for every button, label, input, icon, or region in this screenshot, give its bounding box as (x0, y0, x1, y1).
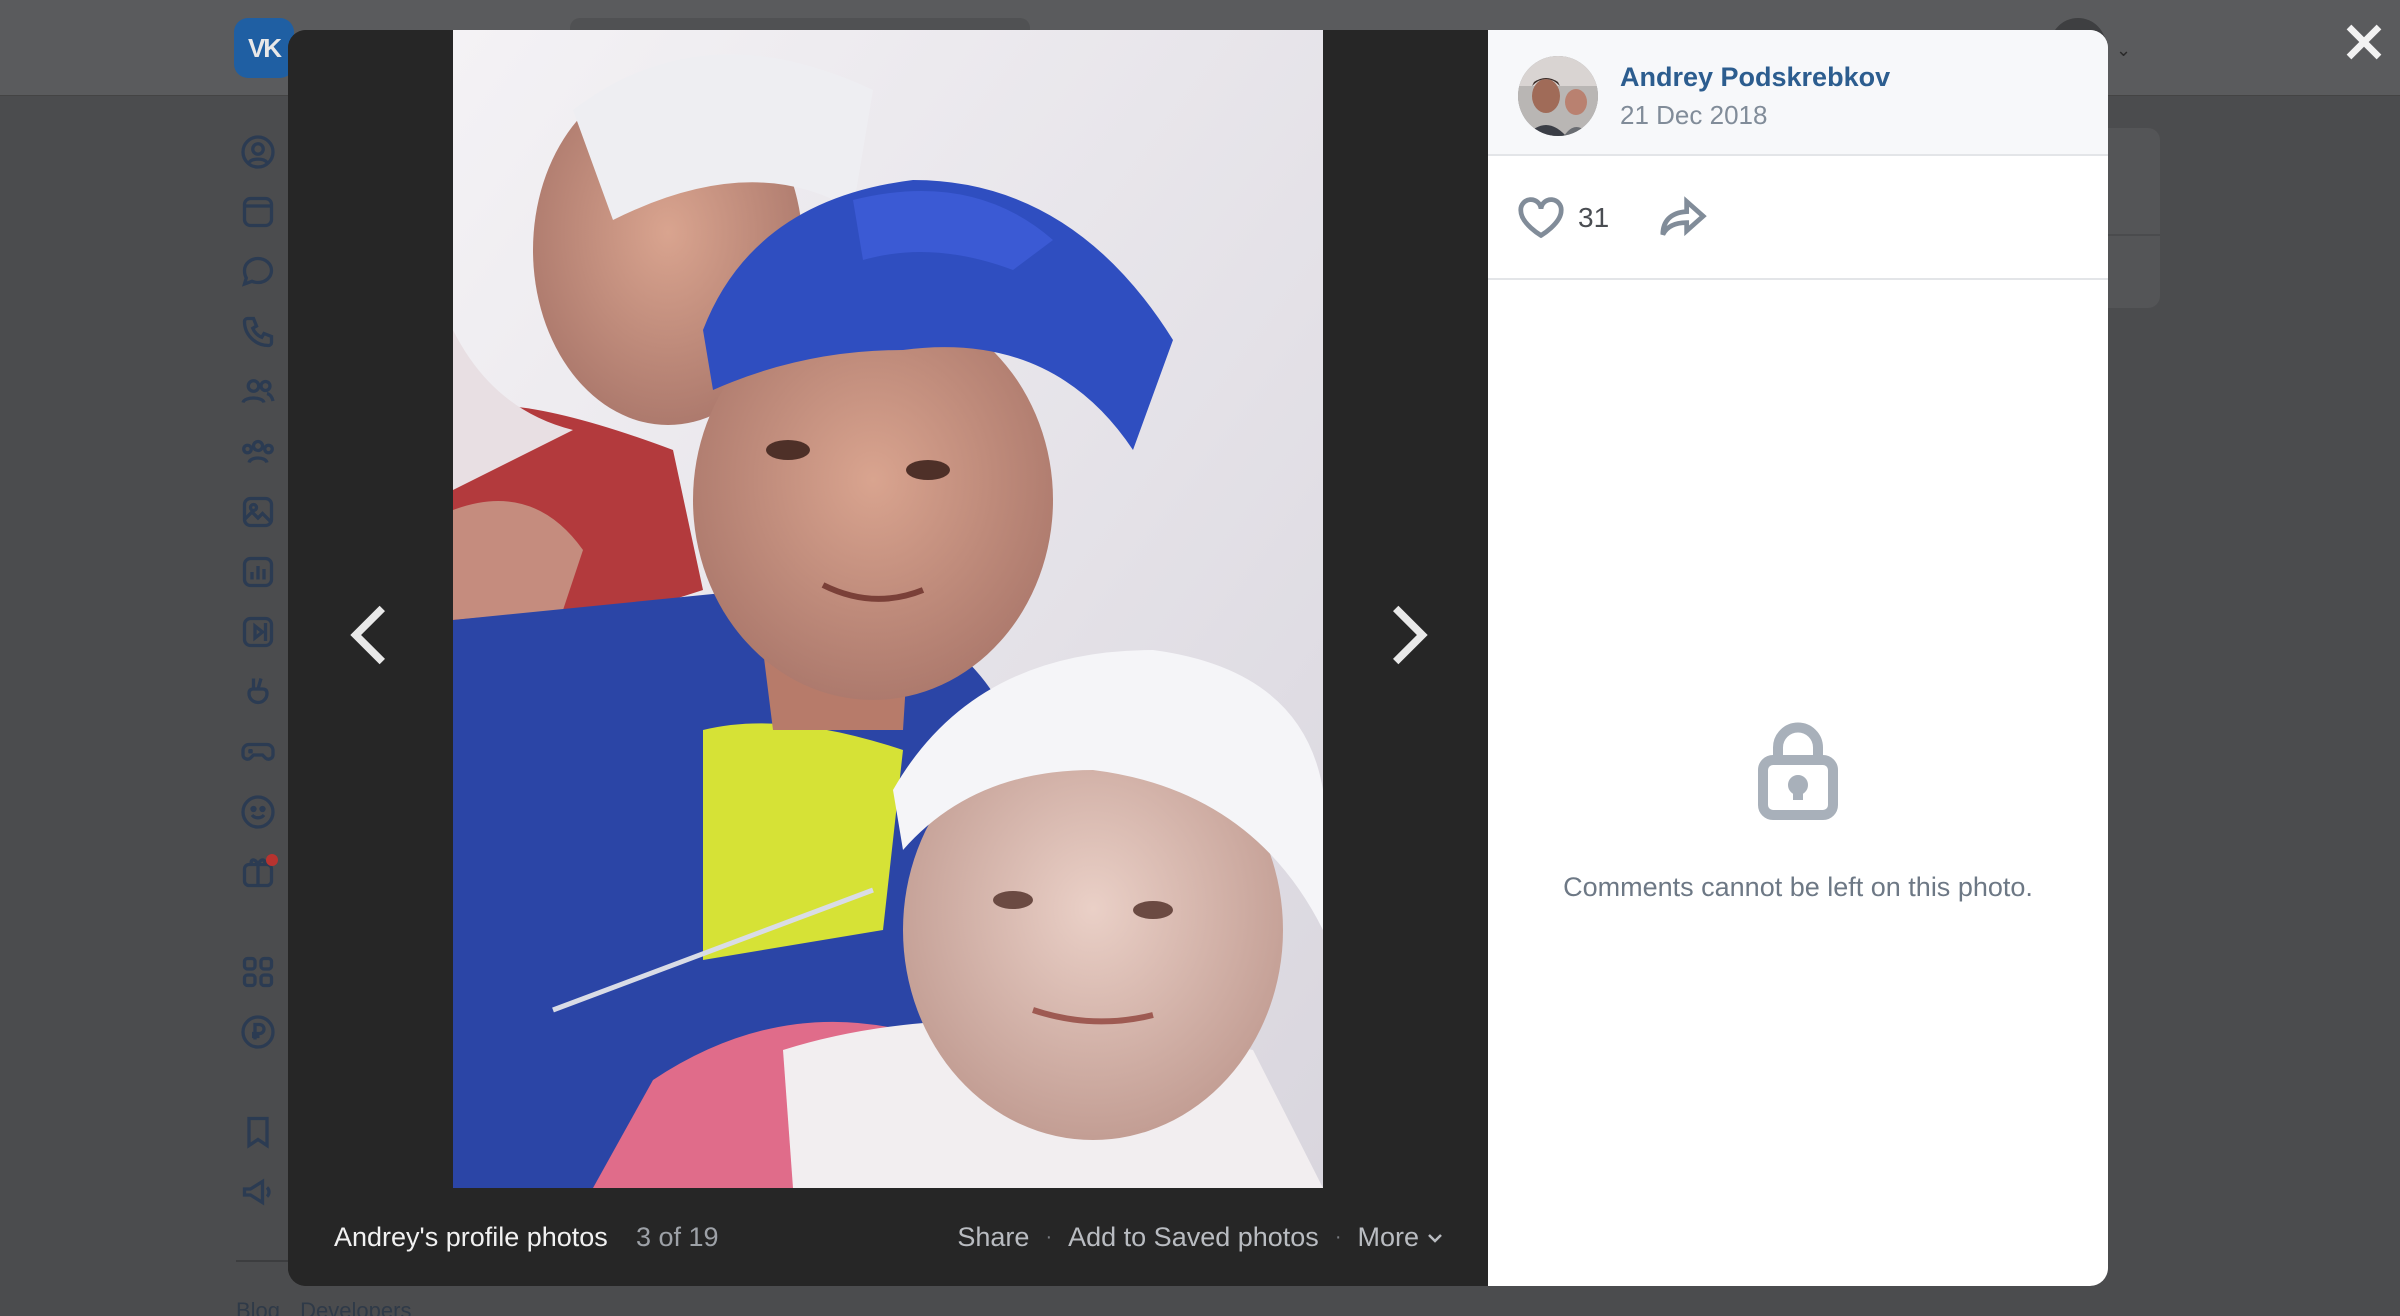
heart-icon (1518, 197, 1564, 239)
chevron-right-icon (1393, 605, 1428, 665)
background-footer: Blog Developers (236, 1298, 425, 1316)
post-date: 21 Dec 2018 (1620, 100, 1768, 130)
video-icon (236, 610, 280, 654)
services-icon (236, 950, 280, 994)
more-label: More (1357, 1221, 1419, 1252)
photo-counter: 3 of 19 (636, 1221, 719, 1252)
viewer-footer: Andrey's profile photos 3 of 19 Share · … (288, 1188, 1488, 1286)
share-arrow-icon (1660, 196, 1707, 237)
bookmarks-icon (236, 1110, 280, 1154)
next-photo-button[interactable] (1374, 570, 1444, 700)
music-icon (236, 550, 280, 594)
like-button[interactable]: 31 (1516, 196, 1609, 240)
close-button[interactable] (2336, 14, 2392, 70)
like-count: 31 (1578, 202, 1610, 233)
profile-icon (236, 130, 280, 174)
communities-icon (236, 430, 280, 474)
calls-icon (236, 310, 280, 354)
notification-dot (266, 854, 278, 866)
clips-icon (236, 670, 280, 714)
previous-photo-button[interactable] (334, 570, 404, 700)
avatar-image (1518, 56, 1598, 136)
action-separator: · (1045, 1225, 1053, 1248)
comments-disabled-message: Comments cannot be left on this photo. (1563, 872, 2033, 902)
photo-info-panel: Andrey Podskrebkov 21 Dec 2018 31 Commen… (1488, 30, 2108, 1286)
photos-icon (236, 490, 280, 534)
more-menu-button[interactable]: More (1357, 1222, 1443, 1253)
chevron-left-icon (350, 605, 385, 665)
album-title-link[interactable]: Andrey's profile photos (334, 1222, 608, 1253)
messages-icon (236, 250, 280, 294)
friends-icon (236, 370, 280, 414)
author-name-link[interactable]: Andrey Podskrebkov (1620, 62, 1890, 93)
share-link[interactable]: Share (957, 1222, 1029, 1253)
footer-link-developers: Developers (300, 1298, 412, 1316)
vk-logo: VK (234, 18, 294, 78)
footer-link-blog: Blog (236, 1298, 281, 1316)
chevron-down-icon (1427, 1222, 1443, 1253)
photo-viewer: Andrey's profile photos 3 of 19 Share · … (288, 30, 1488, 1286)
lock-icon (1753, 720, 1843, 820)
photo-image (453, 30, 1323, 1188)
comments-area: Comments cannot be left on this photo. (1488, 280, 2108, 1286)
reactions-bar: 31 (1488, 156, 2108, 280)
stickers-icon (236, 790, 280, 834)
photo[interactable] (453, 30, 1323, 1188)
gifts-icon (236, 850, 280, 894)
payments-icon (236, 1010, 280, 1054)
advertising-icon (236, 1170, 280, 1214)
footer-actions: Share · Add to Saved photos · More (957, 1222, 1443, 1253)
author-avatar[interactable] (1518, 56, 1598, 136)
photo-viewer-modal: Andrey's profile photos 3 of 19 Share · … (288, 30, 2108, 1286)
author-header: Andrey Podskrebkov 21 Dec 2018 (1488, 30, 2108, 156)
newsfeed-icon (236, 190, 280, 234)
games-icon (236, 730, 280, 774)
chevron-down-icon: ⌄ (2116, 40, 2132, 60)
action-separator: · (1334, 1225, 1342, 1248)
close-icon (2346, 24, 2382, 60)
share-button[interactable] (1658, 196, 1708, 245)
add-to-saved-link[interactable]: Add to Saved photos (1068, 1222, 1319, 1253)
